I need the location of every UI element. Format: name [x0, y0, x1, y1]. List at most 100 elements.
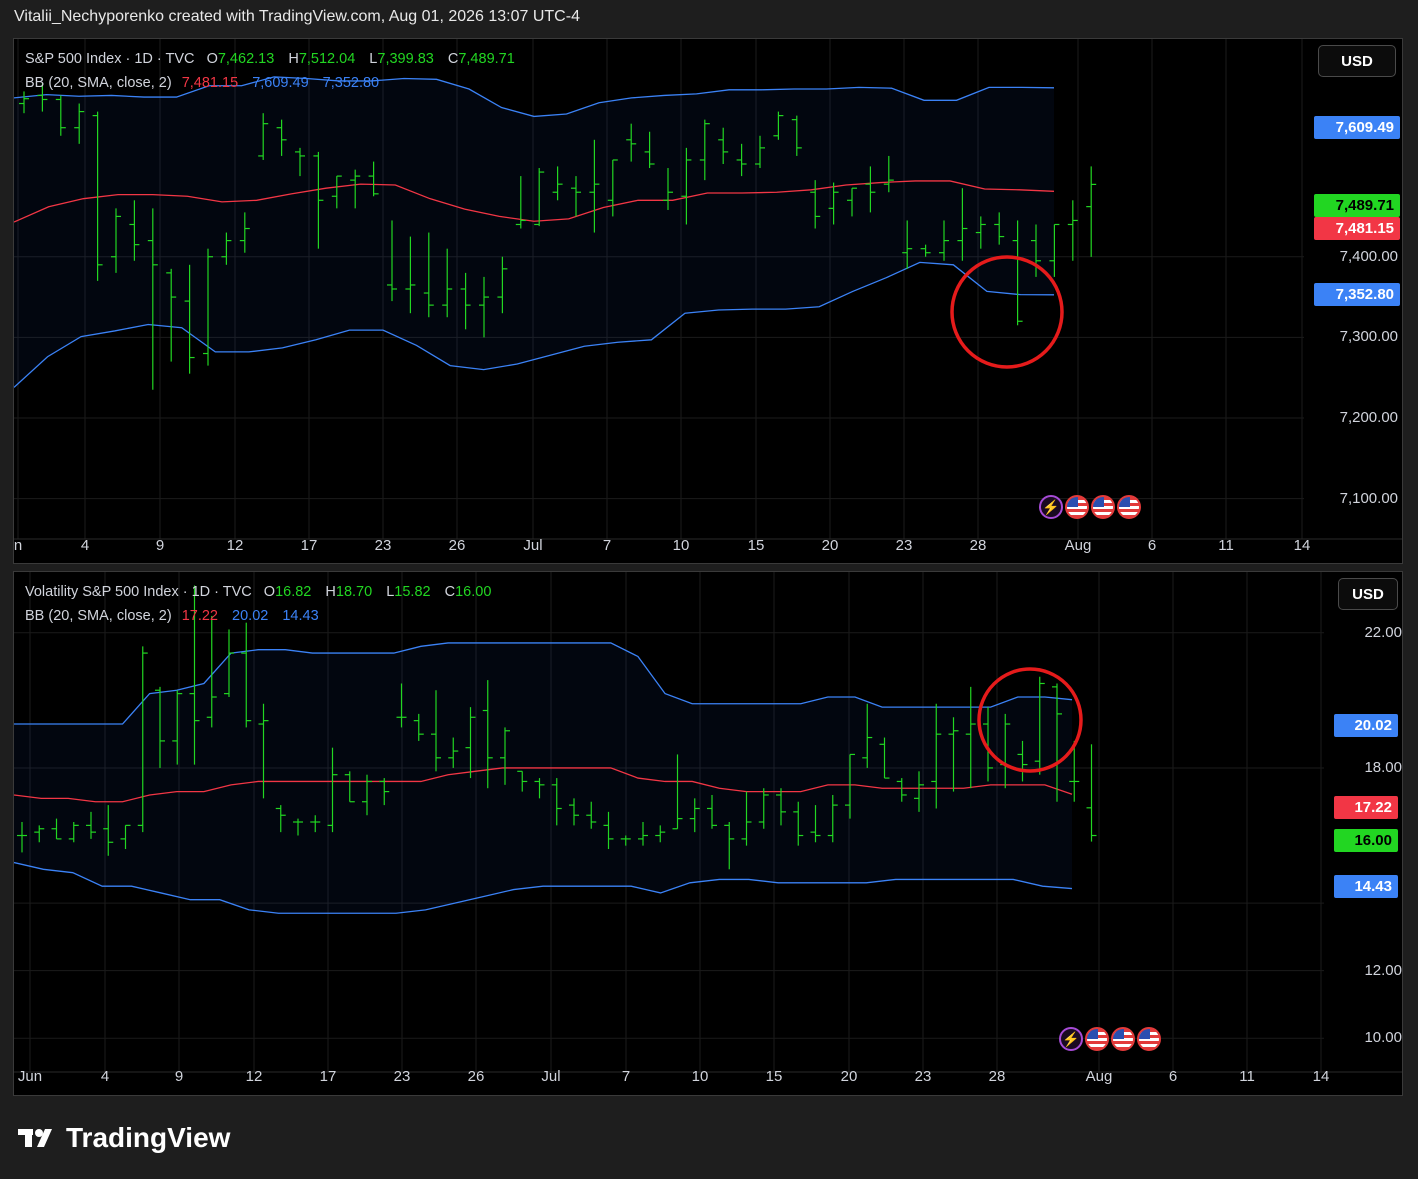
tradingview-logo: TradingView: [18, 1122, 230, 1154]
x-tick-label: 12: [226, 537, 244, 554]
x-tick-label: 26: [467, 1068, 485, 1085]
x-tick-label: 14: [1312, 1068, 1330, 1085]
x-tick-label: 4: [100, 1068, 110, 1085]
y-tick-label: 7,400.00: [1339, 247, 1398, 265]
last-price-badge: 7,489.71: [1314, 194, 1400, 217]
x-tick-label: 6: [1168, 1068, 1178, 1085]
vix-chart-canvas[interactable]: [14, 572, 1403, 1096]
spx-bb-legend: BB (20, SMA, close, 2) 7,481.15 7,609.49…: [25, 75, 389, 91]
currency-button[interactable]: USD: [1318, 45, 1396, 77]
x-tick-label: 7: [621, 1068, 631, 1085]
upper-price-badge: 7,609.49: [1314, 116, 1400, 139]
basis-price-badge: 7,481.15: [1314, 217, 1400, 240]
x-tick-label: 28: [988, 1068, 1006, 1085]
x-tick-label: 15: [747, 537, 765, 554]
bb-lower-value: 14.43: [282, 608, 319, 624]
x-tick-label: n: [13, 537, 23, 554]
x-tick-label: 7: [602, 537, 612, 554]
us-flag-icon[interactable]: [1091, 495, 1115, 519]
ohlc-bar: [1086, 166, 1097, 257]
bb-upper-value: 7,609.49: [252, 75, 309, 91]
x-tick-label: 26: [448, 537, 466, 554]
x-tick-label: 14: [1293, 537, 1311, 554]
bb-basis-value: 7,481.15: [181, 75, 239, 91]
lightning-icon[interactable]: ⚡: [1039, 495, 1063, 519]
bb-indicator-label: BB (20, SMA, close, 2): [25, 608, 172, 624]
x-tick-label: 10: [691, 1068, 709, 1085]
ohlc-bar: [1067, 200, 1078, 261]
x-tick-label: 23: [393, 1068, 411, 1085]
ohlc-bar: [1086, 744, 1097, 842]
high-value: 18.70: [335, 584, 373, 600]
upper-price-badge: 20.02: [1334, 714, 1398, 737]
x-tick-label: 11: [1218, 537, 1234, 554]
low-value: 7,399.83: [377, 51, 434, 67]
bb-band-fill: [14, 642, 1072, 914]
chart-attribution: Vitalii_Nechyporenko created with Tradin…: [14, 8, 580, 25]
high-label: H: [325, 584, 336, 600]
y-tick-label: 12.00: [1364, 961, 1402, 979]
x-tick-label: 9: [174, 1068, 184, 1085]
x-tick-label: 11: [1239, 1068, 1255, 1085]
open-label: O: [263, 584, 276, 600]
x-tick-label: 20: [840, 1068, 858, 1085]
y-tick-label: 10.00: [1364, 1029, 1402, 1047]
vix-ohlc-legend: Volatility S&P 500 Index · 1D · TVC O16.…: [25, 584, 501, 600]
last-price-badge: 16.00: [1334, 829, 1398, 852]
symbol-title: Volatility S&P 500 Index · 1D · TVC: [25, 584, 252, 600]
x-tick-label: 9: [155, 537, 165, 554]
y-tick-label: 18.00: [1364, 758, 1402, 776]
spx-ohlc-legend: S&P 500 Index · 1D · TVC O7,462.13 H7,51…: [25, 51, 525, 67]
y-tick-label: 7,300.00: [1339, 328, 1398, 346]
spx-chart-canvas[interactable]: [14, 39, 1403, 564]
close-label: C: [447, 51, 459, 67]
bb-lower-value: 7,352.80: [322, 75, 380, 91]
us-flag-icon[interactable]: [1137, 1027, 1161, 1051]
open-label: O: [206, 51, 218, 67]
brand-name: TradingView: [66, 1122, 231, 1153]
basis-price-badge: 17.22: [1334, 796, 1398, 819]
us-flag-icon[interactable]: [1065, 495, 1089, 519]
event-icons[interactable]: ⚡: [1039, 495, 1141, 519]
high-value: 7,512.04: [298, 51, 356, 67]
open-value: 16.82: [275, 584, 312, 600]
x-tick-label: 6: [1147, 537, 1157, 554]
us-flag-icon[interactable]: [1111, 1027, 1135, 1051]
x-tick-label: 28: [969, 537, 987, 554]
symbol-title: S&P 500 Index · 1D · TVC: [25, 51, 195, 67]
x-tick-label: 4: [80, 537, 90, 554]
us-flag-icon[interactable]: [1117, 495, 1141, 519]
x-tick-label: Aug: [1085, 1068, 1113, 1085]
high-label: H: [288, 51, 299, 67]
low-value: 15.82: [394, 584, 431, 600]
event-icons[interactable]: ⚡: [1059, 1027, 1161, 1051]
x-tick-label: 10: [672, 537, 690, 554]
x-tick-label: 17: [319, 1068, 337, 1085]
x-tick-label: Jul: [523, 537, 543, 554]
x-tick-label: 15: [765, 1068, 783, 1085]
open-value: 7,462.13: [217, 51, 275, 67]
vix-bb-legend: BB (20, SMA, close, 2) 17.22 20.02 14.43: [25, 608, 329, 624]
currency-button[interactable]: USD: [1338, 578, 1398, 610]
x-tick-label: Jul: [541, 1068, 561, 1085]
close-value: 16.00: [455, 584, 492, 600]
price-pane-spx[interactable]: S&P 500 Index · 1D · TVC O7,462.13 H7,51…: [13, 38, 1403, 564]
bb-upper-value: 20.02: [232, 608, 269, 624]
lower-price-badge: 7,352.80: [1314, 283, 1400, 306]
price-pane-vix[interactable]: Volatility S&P 500 Index · 1D · TVC O16.…: [13, 571, 1403, 1096]
y-tick-label: 7,100.00: [1339, 489, 1398, 507]
bb-indicator-label: BB (20, SMA, close, 2): [25, 75, 172, 91]
y-tick-label: 22.00: [1364, 623, 1402, 641]
lightning-icon[interactable]: ⚡: [1059, 1027, 1083, 1051]
bb-basis-value: 17.22: [181, 608, 218, 624]
x-tick-label: 20: [821, 537, 839, 554]
y-tick-label: 7,200.00: [1339, 409, 1398, 427]
us-flag-icon[interactable]: [1085, 1027, 1109, 1051]
close-value: 7,489.71: [458, 51, 515, 67]
lower-price-badge: 14.43: [1334, 875, 1398, 898]
x-tick-label: 23: [374, 537, 392, 554]
x-tick-label: Aug: [1064, 537, 1092, 554]
x-tick-label: 12: [245, 1068, 263, 1085]
tradingview-logo-icon: [18, 1129, 52, 1147]
close-label: C: [444, 584, 456, 600]
